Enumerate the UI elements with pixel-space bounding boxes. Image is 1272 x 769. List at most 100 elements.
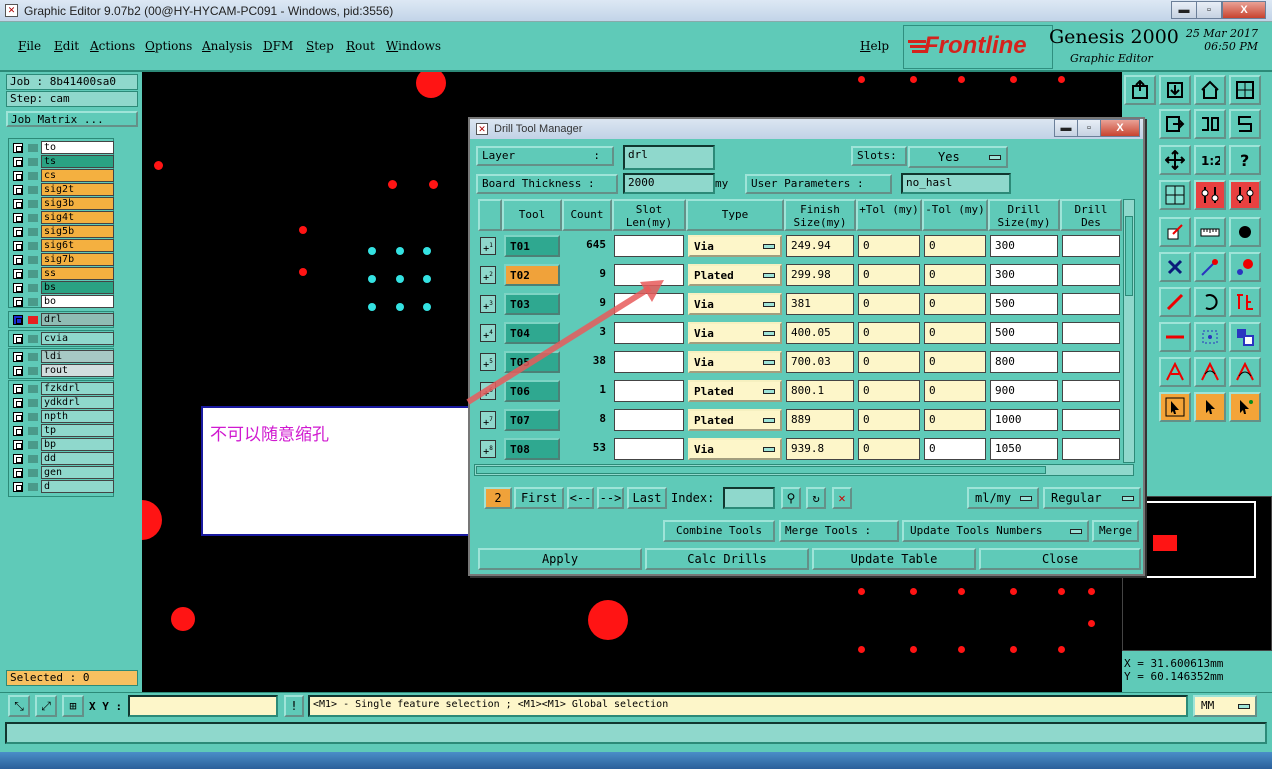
layer-name[interactable]: bp [41,438,114,451]
plus-tol-cell[interactable]: 0 [856,407,922,433]
layer-name[interactable]: drl [41,313,114,326]
menu-windows[interactable]: Windows [386,39,441,53]
minus-tol-cell[interactable]: 0 [922,378,988,404]
scroll-thumb[interactable] [1125,216,1133,296]
layer-row[interactable]: sig4t [11,211,114,225]
menu-edit[interactable]: Edit [54,39,79,53]
drill-des-cell[interactable] [1060,262,1122,288]
last-button[interactable]: Last [627,487,667,509]
first-button[interactable]: First [514,487,564,509]
layer-row[interactable]: npth [11,410,114,424]
layer-checkbox[interactable] [13,213,23,223]
layer-field[interactable]: drl [623,145,715,170]
finish-size-cell[interactable]: 700.03 [784,349,856,375]
close-button[interactable]: Close [979,548,1141,570]
layers-tool-icon[interactable] [1194,180,1226,210]
menu-actions[interactable]: Actions [90,39,135,53]
layer-row[interactable]: sig2t [11,183,114,197]
layer-row[interactable]: rout [11,364,114,378]
tool-cell[interactable]: T01 [502,233,562,259]
arc-polygon-tool-icon[interactable] [1194,357,1226,387]
layer-name[interactable]: dd [41,452,114,465]
layer-name[interactable]: ydkdrl [41,396,114,409]
layer-checkbox[interactable] [13,426,23,436]
layer-checkbox[interactable] [13,315,23,325]
slot-len-cell[interactable] [612,436,686,462]
refresh-icon[interactable]: ↻ [806,487,826,509]
type-dropdown[interactable]: Plated [686,407,784,433]
minus-tol-cell[interactable]: 0 [922,320,988,346]
layer-checkbox[interactable] [13,482,23,492]
pan-tool-icon[interactable] [1159,145,1191,175]
calc-drills-button[interactable]: Calc Drills [645,548,809,570]
drill-des-cell[interactable] [1060,291,1122,317]
zoom-tool-icon[interactable]: ⤡ [8,695,30,717]
group-tool-icon[interactable] [1229,322,1261,352]
type-dropdown[interactable]: Plated [686,378,784,404]
delete-tool-icon[interactable] [1159,252,1191,282]
layer-row[interactable]: to [11,141,114,155]
row-expand-icon[interactable]: +7 [480,411,496,429]
minimize-button[interactable]: ▬ [1171,1,1197,19]
move-tool-icon[interactable] [1229,392,1261,422]
search-icon[interactable]: ⚲ [781,487,801,509]
finish-size-cell[interactable]: 939.8 [784,436,856,462]
drill-size-cell[interactable]: 1000 [988,407,1060,433]
layer-row[interactable]: bo [11,295,114,309]
layer-name[interactable]: bo [41,295,114,308]
update-table-button[interactable]: Update Table [812,548,976,570]
tool-cell[interactable]: T08 [502,436,562,462]
layer-name[interactable]: sig2t [41,183,114,196]
user-parameters-field[interactable]: no_hasl [901,173,1011,194]
layer-row[interactable]: gen [11,466,114,480]
update-tools-numbers-dropdown[interactable]: Update Tools Numbers [902,520,1089,542]
drill-size-cell[interactable]: 800 [988,349,1060,375]
finish-size-cell[interactable]: 299.98 [784,262,856,288]
menu-help[interactable]: Help [860,39,889,53]
layer-checkbox[interactable] [13,171,23,181]
plus-tol-cell[interactable]: 0 [856,233,922,259]
layer-row[interactable]: fzkdrl [11,382,114,396]
layer-row[interactable]: cs [11,169,114,183]
layer-row[interactable]: bs [11,281,114,295]
window-tool-icon[interactable] [1229,75,1261,105]
hscroll-thumb[interactable] [476,466,1046,474]
menu-analysis[interactable]: Analysis [202,39,252,53]
pointer-tool-icon[interactable] [1194,392,1226,422]
layer-row[interactable]: tp [11,424,114,438]
drill-size-cell[interactable]: 500 [988,291,1060,317]
layer-name[interactable]: sig6t [41,239,114,252]
layer-row[interactable]: sig7b [11,253,114,267]
prev-button[interactable]: <-- [567,487,594,509]
row-expand-icon[interactable]: +1 [480,237,496,255]
info-icon[interactable]: ! [284,695,304,717]
drill-size-cell[interactable]: 300 [988,262,1060,288]
polygon-tool-icon[interactable] [1159,357,1191,387]
layer-checkbox[interactable] [13,352,23,362]
grid-tool-icon[interactable] [1159,180,1191,210]
drill-des-cell[interactable] [1060,233,1122,259]
layer-row[interactable]: sig5b [11,225,114,239]
menu-file[interactable]: File [18,39,41,53]
minus-tol-cell[interactable]: 0 [922,291,988,317]
layer-name[interactable]: bs [41,281,114,294]
layer-name[interactable]: ts [41,155,114,168]
menu-options[interactable]: Options [145,39,192,53]
minus-tol-cell[interactable]: 0 [922,262,988,288]
close-window-button[interactable]: X [1222,1,1266,19]
drill-des-cell[interactable] [1060,407,1122,433]
drill-size-cell[interactable]: 500 [988,320,1060,346]
drill-size-cell[interactable]: 900 [988,378,1060,404]
type-dropdown[interactable]: Plated [686,262,784,288]
layer-row[interactable]: dd [11,452,114,466]
edit-shape-tool-icon[interactable] [1159,217,1191,247]
layer-row[interactable]: ss [11,267,114,281]
layer-row-active[interactable]: drl [11,313,114,327]
layer-checkbox[interactable] [13,227,23,237]
finish-size-cell[interactable]: 381 [784,291,856,317]
mirror-tool-icon[interactable] [1194,109,1226,139]
arc-tool-icon[interactable] [1194,287,1226,317]
measure-tool-icon[interactable] [1194,217,1226,247]
layer-checkbox[interactable] [13,454,23,464]
minus-tol-cell[interactable]: 0 [922,349,988,375]
